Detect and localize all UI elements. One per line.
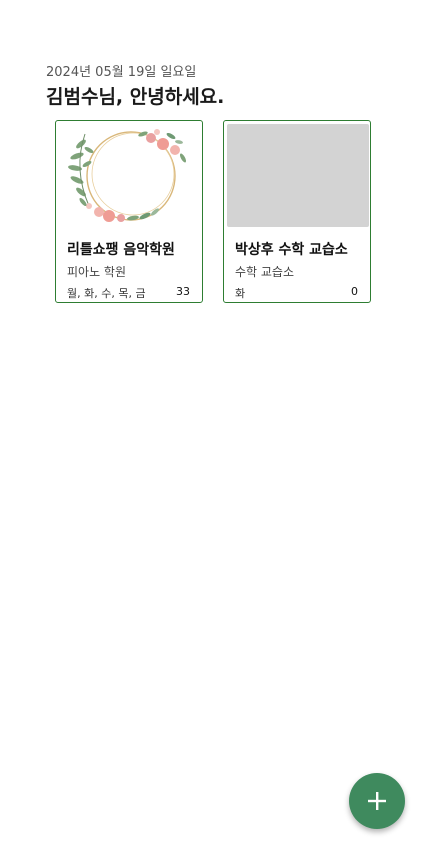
current-date: 2024년 05월 19일 일요일 <box>46 65 197 80</box>
academy-card[interactable]: 리틀쇼팽 음악학원 피아노 학원 월, 화, 수, 목, 금 33 <box>55 120 203 303</box>
academy-card[interactable]: 박상후 수학 교습소 수학 교습소 화 0 <box>223 120 371 303</box>
academy-card-list: 리틀쇼팽 음악학원 피아노 학원 월, 화, 수, 목, 금 33 박상후 수학… <box>55 120 371 303</box>
academy-thumbnail-placeholder <box>227 124 369 227</box>
student-count: 0 <box>351 285 358 298</box>
academy-thumbnail <box>59 124 201 227</box>
academy-name: 리틀쇼팽 음악학원 <box>67 242 175 258</box>
add-academy-button[interactable] <box>349 773 405 829</box>
page-header: 2024년 05월 19일 일요일 김범수님, 안녕하세요. <box>46 64 224 110</box>
academy-type: 피아노 학원 <box>67 265 127 279</box>
class-days: 월, 화, 수, 목, 금 <box>67 287 146 300</box>
greeting-title: 김범수님, 안녕하세요. <box>46 86 225 108</box>
plus-icon <box>368 792 386 810</box>
academy-name: 박상후 수학 교습소 <box>235 242 348 258</box>
class-days: 화 <box>235 287 246 300</box>
student-count: 33 <box>176 285 190 298</box>
floral-wreath-icon <box>68 129 187 222</box>
academy-type: 수학 교습소 <box>235 265 295 279</box>
